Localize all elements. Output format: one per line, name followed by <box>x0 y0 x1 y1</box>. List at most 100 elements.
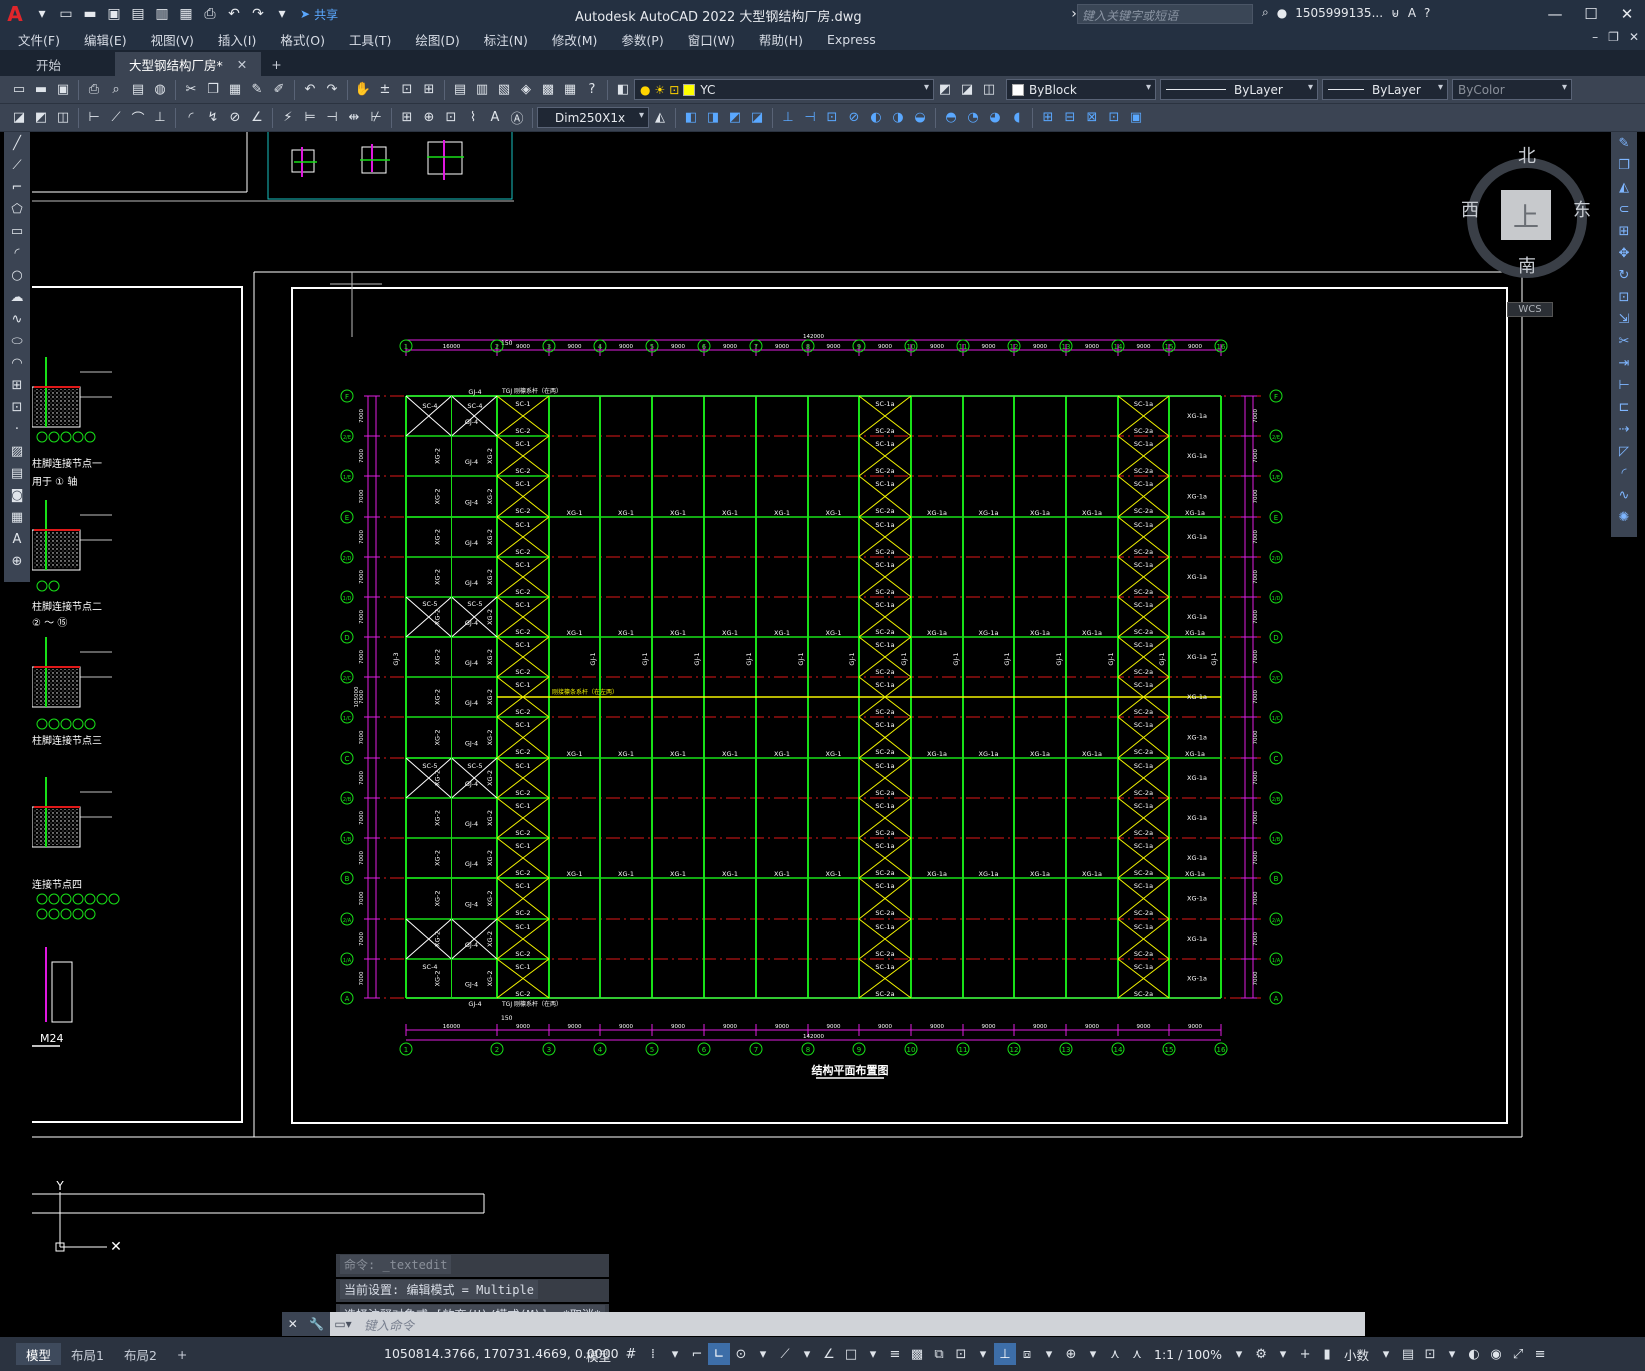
lock-menu-icon[interactable]: ▾ <box>1441 1343 1463 1365</box>
linetype-dropdown[interactable]: ByLayer ▾ <box>1160 79 1318 100</box>
transparency-icon[interactable]: ▩ <box>906 1343 928 1365</box>
snap-icon[interactable]: ⁞ <box>642 1343 664 1365</box>
selection-cycling-icon[interactable]: ⧉ <box>928 1343 950 1365</box>
units-icon[interactable]: ▮ <box>1316 1343 1338 1365</box>
insert-block-icon[interactable]: ⊞ <box>4 374 30 396</box>
tab-layout1[interactable]: 布局1 <box>61 1343 114 1365</box>
polar-menu-icon[interactable]: ▾ <box>752 1343 774 1365</box>
render-3-icon[interactable]: ◕ <box>986 109 1004 127</box>
menu-file[interactable]: 文件(F) <box>18 30 60 49</box>
rotate-icon[interactable]: ↻ <box>1611 264 1637 286</box>
hardware-accel-icon[interactable]: ◉ <box>1485 1343 1507 1365</box>
explode-icon[interactable]: ✺ <box>1611 506 1637 528</box>
render-4-icon[interactable]: ◖ <box>1008 109 1026 127</box>
arc-length-icon[interactable]: ⌒ <box>129 109 147 127</box>
dim-style-icon[interactable]: ◫ <box>54 109 72 127</box>
add-layout-button[interactable]: + <box>167 1343 197 1365</box>
model-space-toggle[interactable]: 模型 <box>586 1346 611 1365</box>
share-button[interactable]: ➤ 共享 <box>300 6 338 23</box>
tab-layout2[interactable]: 布局2 <box>114 1343 167 1365</box>
ellipse-icon[interactable]: ⬭ <box>4 330 30 352</box>
pan-icon[interactable]: ✋ <box>354 81 372 99</box>
lock-ui-icon[interactable]: ⊡ <box>1419 1343 1441 1365</box>
save-web-icon[interactable]: ▦ <box>176 4 196 24</box>
tab-model[interactable]: 模型 <box>16 1343 62 1365</box>
tab-start[interactable]: 开始 <box>22 52 75 76</box>
annotation-monitor-icon[interactable]: + <box>1294 1343 1316 1365</box>
preview-icon[interactable]: ⌕ <box>107 81 125 99</box>
render-1-icon[interactable]: ◓ <box>942 109 960 127</box>
cmd-settings-icon[interactable]: 🔧 <box>309 1317 324 1331</box>
lineweight-dropdown[interactable]: ByLayer ▾ <box>1322 79 1448 100</box>
infer-icon[interactable]: ⌐ <box>686 1343 708 1365</box>
chamfer-icon[interactable]: ◸ <box>1611 440 1637 462</box>
view-tool-1-icon[interactable]: ◧ <box>682 109 700 127</box>
radius-icon[interactable]: ◜ <box>182 109 200 127</box>
design-center-icon[interactable]: ▥ <box>473 81 491 99</box>
drawing-canvas[interactable]: 柱脚连接节点一 用于 ① 轴 柱脚连接节点二 ② ～ ⑮ 柱脚连接节点三 连接节… <box>32 132 1610 1332</box>
gradient-icon[interactable]: ▤ <box>4 462 30 484</box>
polygon-icon[interactable]: ⬠ <box>4 198 30 220</box>
color-dropdown[interactable]: ByBlock ▾ <box>1006 79 1156 100</box>
undo-icon[interactable]: ↶ <box>301 81 319 99</box>
filter-menu-icon[interactable]: ▾ <box>1038 1343 1060 1365</box>
ucs-5-icon[interactable]: ◐ <box>867 109 885 127</box>
help-icon[interactable]: ? <box>1424 6 1430 20</box>
viewport-2-icon[interactable]: ⊟ <box>1061 109 1079 127</box>
continue-icon[interactable]: ⊣ <box>323 109 341 127</box>
wcs-menu[interactable]: WCS <box>1507 302 1553 317</box>
menu-modify[interactable]: 修改(M) <box>552 30 598 49</box>
center-mark-icon[interactable]: ⊕ <box>420 109 438 127</box>
dim-style-manager-icon[interactable]: ◭ <box>651 109 669 127</box>
doc-restore-icon[interactable]: ❐ <box>1608 30 1619 44</box>
copy-icon[interactable]: ❐ <box>204 81 222 99</box>
maximize-icon[interactable]: ☐ <box>1573 0 1609 28</box>
gizmo-icon[interactable]: ⊕ <box>1060 1343 1082 1365</box>
workspace-menu-icon[interactable]: ▾ <box>1272 1343 1294 1365</box>
aligned-dim-icon[interactable]: ⟋ <box>107 109 125 127</box>
tab-close-icon[interactable]: ✕ <box>237 57 247 72</box>
cut-icon[interactable]: ✂ <box>182 81 200 99</box>
extend-icon[interactable]: ⇥ <box>1611 352 1637 374</box>
cmd-close-icon[interactable]: ✕ <box>288 1317 298 1331</box>
command-line[interactable]: ▭▾ 键入命令 <box>330 1312 1365 1336</box>
zoom-realtime-icon[interactable]: ± <box>376 81 394 99</box>
isolate-icon[interactable]: ◐ <box>1463 1343 1485 1365</box>
matchprop-icon[interactable]: ✎ <box>248 81 266 99</box>
autodesk-icon[interactable]: A <box>1408 6 1416 20</box>
paste-icon[interactable]: ▦ <box>226 81 244 99</box>
table-icon[interactable]: ▦ <box>4 506 30 528</box>
tab-active-drawing[interactable]: 大型钢结构厂房* ✕ <box>115 52 262 76</box>
ucs-4-icon[interactable]: ⊘ <box>845 109 863 127</box>
new-icon[interactable]: ▭ <box>56 4 76 24</box>
save-icon[interactable]: ▣ <box>54 81 72 99</box>
3dosnap-menu-icon[interactable]: ▾ <box>972 1343 994 1365</box>
quick-properties-icon[interactable]: ▤ <box>1397 1343 1419 1365</box>
ellipse-arc-icon[interactable]: ◠ <box>4 352 30 374</box>
hatch-icon[interactable]: ▨ <box>4 440 30 462</box>
ortho-icon[interactable]: ∟ <box>708 1343 730 1365</box>
doc-close-icon[interactable]: ✕ <box>1629 30 1639 44</box>
menu-edit[interactable]: 编辑(E) <box>84 30 127 49</box>
viewport-5-icon[interactable]: ▣ <box>1127 109 1145 127</box>
undo-icon[interactable]: ↶ <box>224 4 244 24</box>
plot-icon[interactable]: ⎙ <box>85 81 103 99</box>
menu-express[interactable]: Express <box>827 32 876 47</box>
compass-north[interactable]: 北 <box>1518 142 1536 168</box>
dropdown-arrow-icon[interactable]: ▾ <box>32 4 52 24</box>
spline-icon[interactable]: ∿ <box>4 308 30 330</box>
layer-previous-icon[interactable]: ◪ <box>958 81 976 99</box>
view-tool-3-icon[interactable]: ◩ <box>726 109 744 127</box>
app-logo[interactable]: A <box>0 0 30 28</box>
jogged-linear-icon[interactable]: ⌇ <box>464 109 482 127</box>
layer-dropdown[interactable]: ● ☀ ⊡ YC ▾ <box>634 79 934 100</box>
annotation-visibility-icon[interactable]: ⋏ <box>1104 1343 1126 1365</box>
zoom-window-icon[interactable]: ⊡ <box>398 81 416 99</box>
plotstyle-dropdown[interactable]: ByColor ▾ <box>1452 79 1572 100</box>
units-value[interactable]: 小数 <box>1344 1345 1369 1364</box>
view-tool-2-icon[interactable]: ◨ <box>704 109 722 127</box>
search-input[interactable]: 键入关键字或短语 <box>1077 4 1253 24</box>
fillet-icon[interactable]: ◜ <box>1611 462 1637 484</box>
layer-properties-icon[interactable]: ◧ <box>614 81 632 99</box>
otrack-icon[interactable]: ∠ <box>818 1343 840 1365</box>
